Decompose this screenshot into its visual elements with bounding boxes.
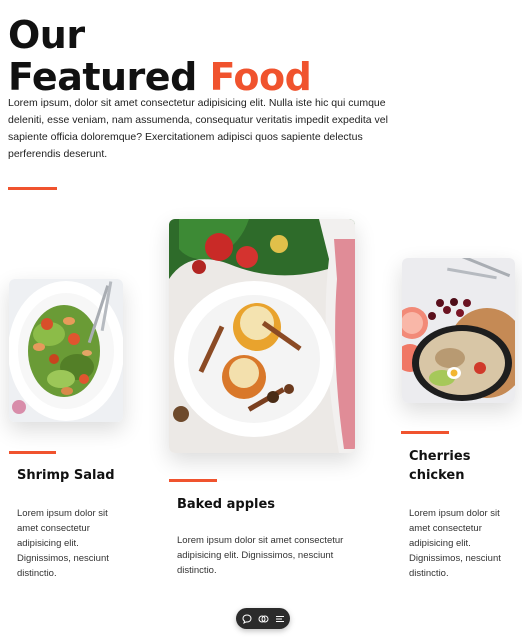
floating-toolbar [236, 608, 290, 629]
chat-icon[interactable] [241, 613, 253, 625]
card-2-accent-line [169, 479, 217, 482]
card-1-title: Shrimp Salad [17, 468, 115, 483]
toggle-icon[interactable] [257, 613, 269, 625]
header-accent-line [8, 187, 57, 190]
menu-icon[interactable] [274, 613, 286, 625]
title-line-2-accent: Food [209, 55, 312, 99]
card-1-accent-line [9, 451, 56, 454]
intro-text: Lorem ipsum, dolor sit amet consectetur … [8, 97, 388, 160]
card-2-text: Lorem ipsum dolor sit amet consectetur a… [177, 535, 344, 576]
card-3-accent-line [401, 431, 449, 434]
card-1-text: Lorem ipsum dolor sit amet consectetur a… [17, 508, 109, 579]
page-title: Our Featured Food [8, 13, 312, 99]
card-2-title: Baked apples [177, 497, 276, 512]
card-3-text: Lorem ipsum dolor sit amet consectetur a… [409, 508, 501, 579]
cherries-chicken-image [402, 258, 515, 403]
baked-apples-image [169, 219, 355, 453]
shrimp-salad-image [9, 279, 123, 422]
title-line-1: Our [8, 13, 85, 57]
card-3-title: Cherries chicken [409, 449, 471, 483]
title-line-2-prefix: Featured [8, 55, 197, 99]
